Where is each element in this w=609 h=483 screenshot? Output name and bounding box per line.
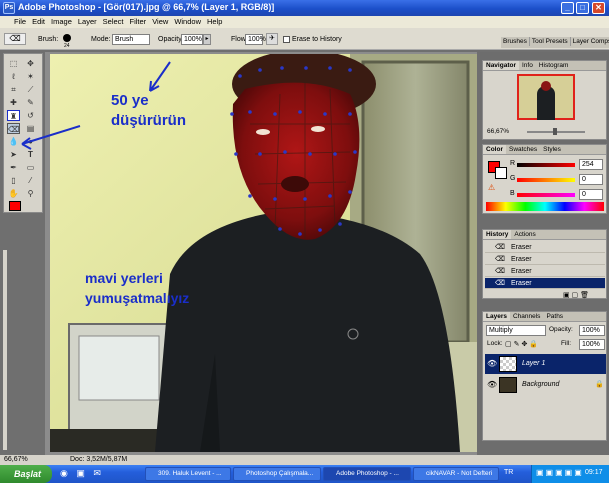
- navigator-slider-thumb[interactable]: [553, 128, 557, 135]
- color-spectrum-ramp[interactable]: [486, 202, 604, 211]
- color-b-label: B: [510, 190, 515, 197]
- color-b-slider[interactable]: [517, 193, 575, 197]
- tab-actions[interactable]: Actions: [511, 230, 538, 239]
- color-b-input[interactable]: 0: [579, 189, 603, 200]
- layers-opacity-input[interactable]: 100%: [579, 325, 605, 336]
- eraser-history-icon: ⌫: [495, 244, 505, 251]
- taskbar-item-winamp[interactable]: 309. Haluk Levent - ...: [145, 467, 231, 481]
- taskbar: Başlat ◉ ▣ ✉ 309. Haluk Levent - ... Pho…: [0, 465, 609, 483]
- annotation-line-4: yumuşatmalıyız: [85, 290, 190, 306]
- language-indicator[interactable]: TR: [504, 469, 513, 476]
- tab-paths[interactable]: Paths: [543, 312, 566, 321]
- taskbar-item-folder[interactable]: Photoshop Çalışmala...: [233, 467, 321, 481]
- layer-thumbnail: [499, 377, 517, 393]
- layer-row[interactable]: 👁 Background 🔒: [485, 375, 606, 395]
- layers-panel: Layers Channels Paths Multiply Opacity: 10…: [482, 311, 607, 441]
- color-g-label: G: [510, 175, 516, 182]
- navigator-zoom[interactable]: 66,67%: [487, 128, 509, 135]
- fill-label: Fill:: [561, 340, 572, 347]
- tab-swatches[interactable]: Swatches: [506, 145, 540, 154]
- tab-color[interactable]: Color: [483, 145, 506, 154]
- layers-opacity-label: Opacity:: [549, 326, 573, 333]
- tab-channels[interactable]: Channels: [510, 312, 543, 321]
- annotation-line-1: 50 ye: [111, 92, 149, 109]
- navigator-panel: Navigator Info Histogram 66,67%: [482, 60, 607, 140]
- color-g-slider[interactable]: [517, 178, 575, 182]
- annotation-line-2: düşürürün: [111, 112, 186, 129]
- arrow-to-tool-icon: [21, 125, 81, 150]
- tab-history[interactable]: History: [483, 230, 512, 239]
- navigator-thumbnail[interactable]: [517, 74, 575, 120]
- color-r-slider[interactable]: [517, 163, 575, 167]
- eraser-history-icon: ⌫: [495, 280, 505, 287]
- status-zoom[interactable]: 66,67%: [4, 456, 28, 463]
- tab-histogram[interactable]: Histogram: [536, 61, 572, 70]
- color-tabs: Color Swatches Styles: [483, 145, 606, 155]
- history-footer-buttons[interactable]: ▣ ▢ 🗑: [563, 291, 589, 299]
- taskbar-item-notepad[interactable]: cikNAVAR - Not Defteri: [413, 467, 499, 481]
- navigator-figure: [537, 86, 555, 120]
- tray-icons[interactable]: ▣▣▣▣▣: [536, 468, 584, 477]
- tab-info[interactable]: Info: [519, 61, 536, 70]
- navigator-tabs: Navigator Info Histogram: [483, 61, 606, 71]
- start-button[interactable]: Başlat: [0, 465, 52, 483]
- fill-input[interactable]: 100%: [579, 339, 605, 350]
- clock: 09:17: [585, 469, 603, 476]
- layers-tabs: Layers Channels Paths: [483, 312, 606, 322]
- color-r-input[interactable]: 254: [579, 159, 603, 170]
- color-g-input[interactable]: 0: [579, 174, 603, 185]
- status-bar: 66,67% Doc: 3,52M/5,87M: [0, 455, 609, 465]
- layer-thumbnail: [499, 356, 517, 372]
- lock-label: Lock:: [487, 340, 503, 347]
- status-doc-size: Doc: 3,52M/5,87M: [70, 456, 128, 463]
- taskbar-item-photoshop[interactable]: Adobe Photoshop - ...: [323, 467, 411, 481]
- tab-styles[interactable]: Styles: [540, 145, 564, 154]
- tab-layers[interactable]: Layers: [483, 312, 510, 321]
- lock-icons[interactable]: ▢✎✥🔒: [505, 340, 540, 348]
- layer-row-selected[interactable]: 👁 Layer 1: [485, 354, 606, 374]
- palette-dock: Navigator Info Histogram 66,67% Color Swatc…: [480, 52, 609, 455]
- quick-launch-icons[interactable]: ◉ ▣ ✉: [60, 468, 104, 479]
- tab-navigator[interactable]: Navigator: [483, 61, 519, 70]
- color-background-swatch[interactable]: [495, 167, 507, 179]
- color-r-label: R: [510, 160, 516, 167]
- visibility-eye-icon[interactable]: 👁: [487, 359, 497, 368]
- history-tabs: History Actions: [483, 230, 606, 240]
- gamut-warning-icon[interactable]: ⚠: [488, 183, 495, 192]
- annotation-line-3: mavi yerleri: [85, 270, 163, 286]
- history-panel: History Actions Eraser Eraser Eraser Eras…: [482, 229, 607, 299]
- system-tray: ▣▣▣▣▣ 09:17: [531, 465, 609, 483]
- eraser-history-icon: ⌫: [495, 268, 505, 275]
- arrow-to-opacity-icon: [149, 61, 171, 92]
- layer-lock-icon: 🔒: [595, 381, 604, 388]
- navigator-head: [541, 81, 551, 91]
- layer-name[interactable]: Layer 1: [522, 360, 545, 367]
- blend-mode-select[interactable]: Multiply: [486, 325, 546, 336]
- eraser-history-icon: ⌫: [495, 256, 505, 263]
- layer-name[interactable]: Background: [522, 381, 559, 388]
- visibility-eye-icon[interactable]: 👁: [487, 380, 497, 389]
- color-panel: Color Swatches Styles ⚠ R 254 G 0 B 0: [482, 144, 607, 214]
